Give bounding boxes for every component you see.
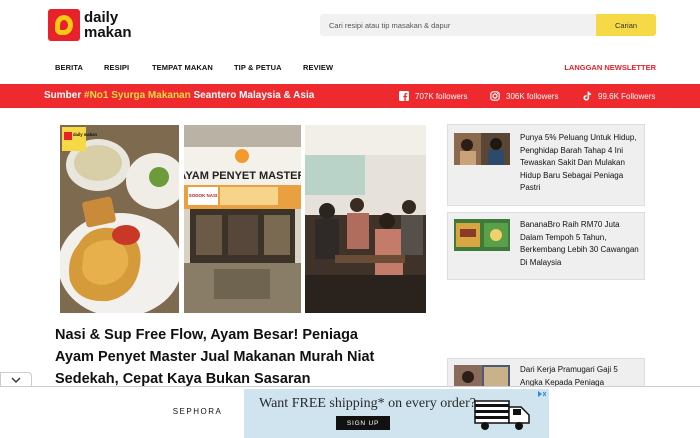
site-header: daily makan Carian: [0, 0, 700, 52]
facebook-icon: [399, 91, 409, 101]
search-bar: Carian: [320, 14, 656, 36]
tiktok-followers[interactable]: 99.6K Followers: [582, 91, 655, 101]
facebook-followers[interactable]: 707K followers: [399, 91, 467, 101]
hero-image[interactable]: daily makan AYAM PENYET MASTER SODOK NAS…: [60, 125, 426, 313]
hero-diners-photo: [305, 125, 426, 313]
tagline: Sumber #No1 Syurga Makanan Seantero Mala…: [44, 90, 315, 101]
hero-sign-text: AYAM PENYET MASTER: [184, 170, 301, 182]
newsletter-link[interactable]: LANGGAN NEWSLETTER: [564, 63, 656, 72]
tagline-banner: Sumber #No1 Syurga Makanan Seantero Mala…: [0, 84, 700, 108]
search-input[interactable]: [320, 14, 596, 36]
delivery-truck-icon: [474, 400, 530, 430]
main-nav: BERITA RESIPI TEMPAT MAKAN TIP & PETUA R…: [0, 56, 700, 80]
ad-message: Want FREE shipping* on every order?: [259, 396, 476, 411]
logo-text-line2: makan: [84, 24, 132, 41]
sidebar-article-thumbnail: [454, 133, 510, 165]
nav-item-tempat-makan[interactable]: TEMPAT MAKAN: [152, 63, 213, 72]
nav-item-tip-petua[interactable]: TIP & PETUA: [234, 63, 282, 72]
tiktok-icon: [583, 91, 592, 101]
hero-shopfront-photo: AYAM PENYET MASTER SODOK NASI: [184, 125, 301, 313]
ad-brand: SEPHORA: [172, 407, 223, 416]
tiktok-followers-label: 99.6K Followers: [598, 91, 656, 101]
facebook-followers-label: 707K followers: [415, 91, 468, 101]
ad-choices-icon[interactable]: [537, 390, 547, 398]
hero-badge-text: daily makan: [73, 132, 97, 137]
logo-text-line1: daily: [84, 9, 119, 26]
instagram-icon: [490, 91, 500, 101]
sidebar-article-title: BananaBro Raih RM70 Juta Dalam Tempoh 5 …: [520, 220, 639, 267]
instagram-followers[interactable]: 306K followers: [490, 91, 558, 101]
hero-sodok-text: SODOK NASI: [189, 193, 218, 198]
chevron-down-icon: [11, 377, 21, 383]
site-logo[interactable]: daily makan: [48, 9, 132, 41]
nav-item-review[interactable]: REVIEW: [303, 63, 333, 72]
sidebar-article-card[interactable]: Punya 5% Peluang Untuk Hidup, Penghidap …: [447, 124, 645, 206]
sephora-ad-banner[interactable]: SEPHORA Want FREE shipping* on every ord…: [151, 389, 549, 438]
sidebar-article-title: Punya 5% Peluang Untuk Hidup, Penghidap …: [520, 133, 637, 192]
sidebar-article-thumbnail: [454, 219, 510, 251]
sidebar-article-card[interactable]: BananaBro Raih RM70 Juta Dalam Tempoh 5 …: [447, 212, 645, 280]
ad-collapse-button[interactable]: [0, 372, 32, 386]
article-headline[interactable]: Nasi & Sup Free Flow, Ayam Besar! Peniag…: [55, 324, 400, 390]
nav-item-resipi[interactable]: RESIPI: [104, 63, 129, 72]
nav-item-berita[interactable]: BERITA: [55, 63, 83, 72]
ad-signup-button[interactable]: SIGN UP: [336, 416, 390, 430]
search-button[interactable]: Carian: [596, 14, 656, 36]
tagline-highlight: #No1 Syurga Makanan: [84, 90, 191, 101]
logo-mark-icon: [48, 9, 80, 41]
hero-food-photo: daily makan: [60, 125, 179, 313]
instagram-followers-label: 306K followers: [506, 91, 559, 101]
